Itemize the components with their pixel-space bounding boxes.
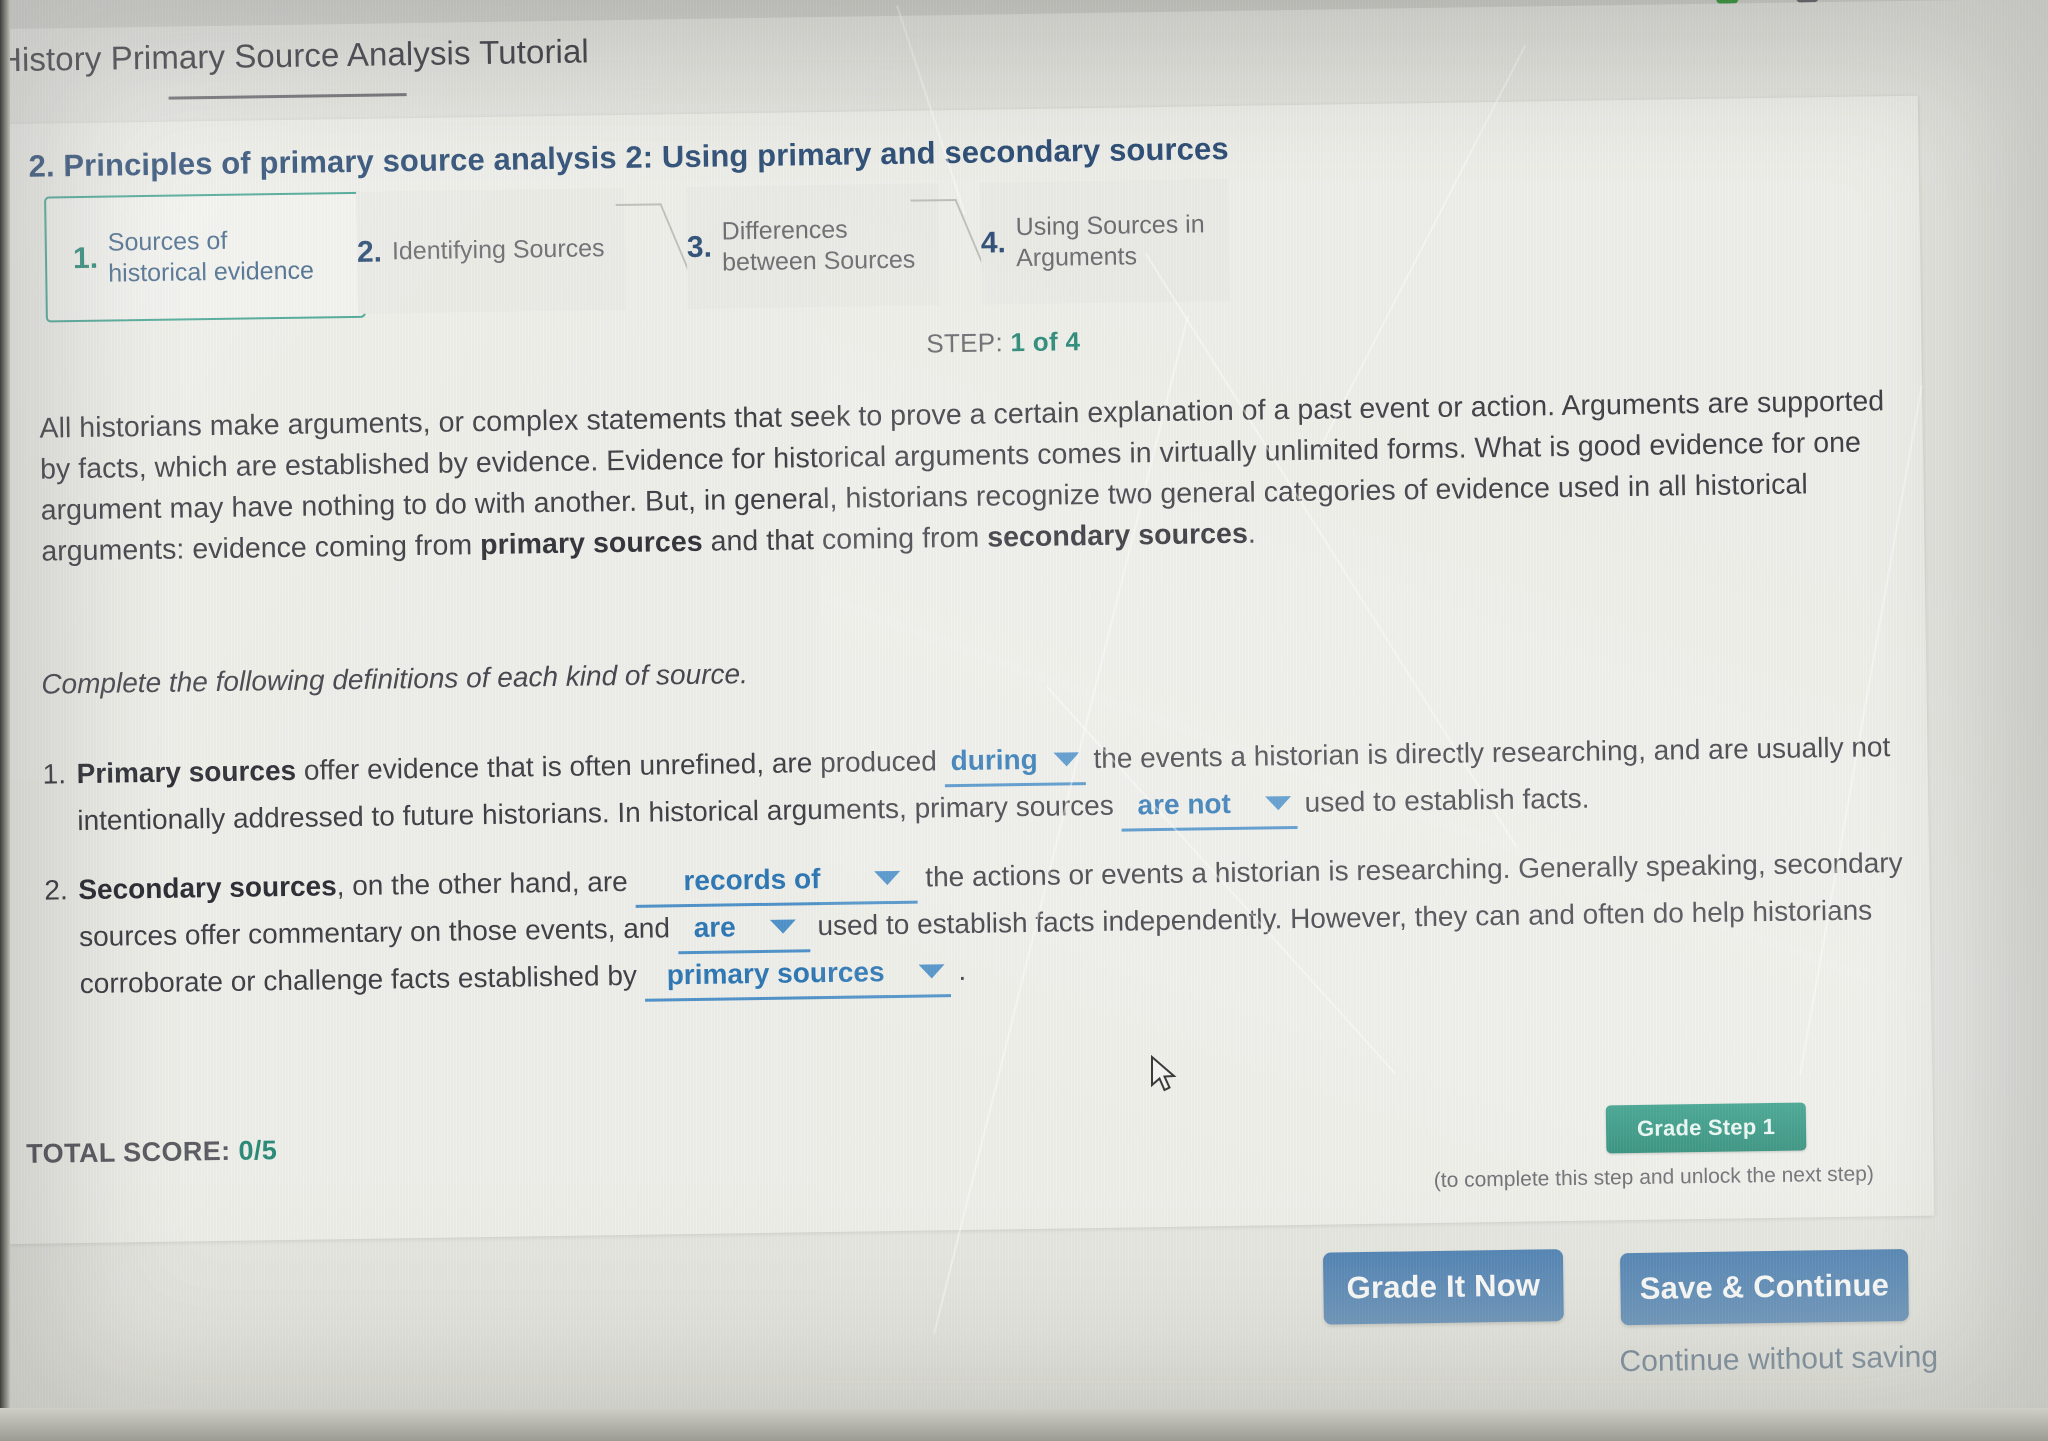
photo-of-screen: ...&eISBN=9780357123106&snapshotId=384..… xyxy=(0,0,2048,1441)
definition-1-text: Primary sources offer evidence that is o… xyxy=(76,726,1913,847)
definition-item-1: 1. Primary sources offer evidence that i… xyxy=(42,726,1913,848)
total-score-label: TOTAL SCORE: xyxy=(26,1135,231,1169)
step-tabs: 1. Sources of historical evidence 2. Ide… xyxy=(44,178,1230,326)
section-heading: 2. Principles of primary source analysis… xyxy=(28,130,1229,184)
tab-1-number: 1. xyxy=(72,241,99,276)
tab-3-label: Differences between Sources xyxy=(721,215,916,277)
step-indicator: STEP: 1 of 4 xyxy=(926,326,1080,359)
definition-1-index: 1. xyxy=(42,758,67,790)
chevron-down-icon xyxy=(1053,751,1080,767)
tab-1-sources-of-historical-evidence[interactable]: 1. Sources of historical evidence xyxy=(44,191,366,323)
save-and-continue-button[interactable]: Save & Continue xyxy=(1619,1248,1909,1326)
definition-item-2: 2. Secondary sources, on the other hand,… xyxy=(44,842,1916,1011)
definition-2-index: 2. xyxy=(44,874,68,906)
page-title: History Primary Source Analysis Tutorial xyxy=(0,32,590,79)
step-prefix: STEP: xyxy=(926,327,1004,359)
chevron-down-icon xyxy=(874,870,901,885)
total-score: TOTAL SCORE: 0/5 xyxy=(26,1135,277,1170)
screen-content: ...&eISBN=9780357123106&snapshotId=384..… xyxy=(0,0,2048,1441)
chevron-down-icon xyxy=(918,963,945,979)
chevron-down-icon xyxy=(769,919,796,934)
definition-1-lead: Primary sources xyxy=(76,754,297,790)
instruction-text: Complete the following definitions of ea… xyxy=(41,658,749,700)
grade-it-now-button[interactable]: Grade It Now xyxy=(1322,1249,1564,1325)
dropdown-secondary-are[interactable]: are xyxy=(677,905,811,955)
total-score-value: 0/5 xyxy=(238,1135,278,1166)
definition-2-text: Secondary sources, on the other hand, ar… xyxy=(78,842,1916,1010)
title-divider xyxy=(168,93,407,100)
dropdown-secondary-primary-sources[interactable]: primary sources xyxy=(644,950,951,1002)
definition-1-seg3: used to establish facts. xyxy=(1296,782,1590,819)
definition-2-seg1: , on the other hand, are xyxy=(336,865,636,902)
paragraph-part-2: and that coming from xyxy=(702,521,988,558)
dropdown-primary-produced[interactable]: during xyxy=(944,738,1087,788)
tab-1-label: Sources of historical evidence xyxy=(107,226,315,288)
paragraph-part-3: . xyxy=(1247,517,1257,550)
bold-secondary-sources: secondary sources xyxy=(986,517,1249,554)
definition-2-seg4: . xyxy=(950,954,967,987)
body-paragraph: All historians make arguments, or comple… xyxy=(39,381,1896,573)
bold-primary-sources: primary sources xyxy=(479,525,703,562)
definition-1-seg1: offer evidence that is often unrefined, … xyxy=(295,745,945,786)
webpage: History Primary Source Analysis Tutorial… xyxy=(0,0,2048,1441)
tab-4-label: Using Sources in Arguments xyxy=(1015,210,1205,273)
grade-step-note: (to complete this step and unlock the ne… xyxy=(1433,1162,1875,1193)
tutorial-card: 2. Principles of primary source analysis… xyxy=(0,95,1935,1245)
tab-3-number: 3. xyxy=(686,230,713,264)
grade-step-1-button[interactable]: Grade Step 1 xyxy=(1605,1102,1807,1154)
step-value: 1 of 4 xyxy=(1010,326,1081,358)
chevron-down-icon xyxy=(1264,795,1291,811)
tab-4-using-sources-in-arguments[interactable]: 4. Using Sources in Arguments xyxy=(979,178,1230,305)
definitions-list: 1. Primary sources offer evidence that i… xyxy=(42,726,1916,1033)
definition-2-lead: Secondary sources xyxy=(78,870,337,906)
tab-2-label: Identifying Sources xyxy=(391,234,605,266)
continue-without-saving-link[interactable]: Continue without saving xyxy=(1619,1341,1938,1380)
tab-4-number: 4. xyxy=(980,226,1007,260)
tab-2-number: 2. xyxy=(356,235,383,269)
dropdown-secondary-records-of[interactable]: records of xyxy=(635,856,918,908)
tab-3-differences-between-sources[interactable]: 3. Differences between Sources xyxy=(685,183,940,309)
dropdown-primary-are-not[interactable]: are not xyxy=(1121,782,1298,832)
tab-2-identifying-sources[interactable]: 2. Identifying Sources xyxy=(356,187,626,314)
